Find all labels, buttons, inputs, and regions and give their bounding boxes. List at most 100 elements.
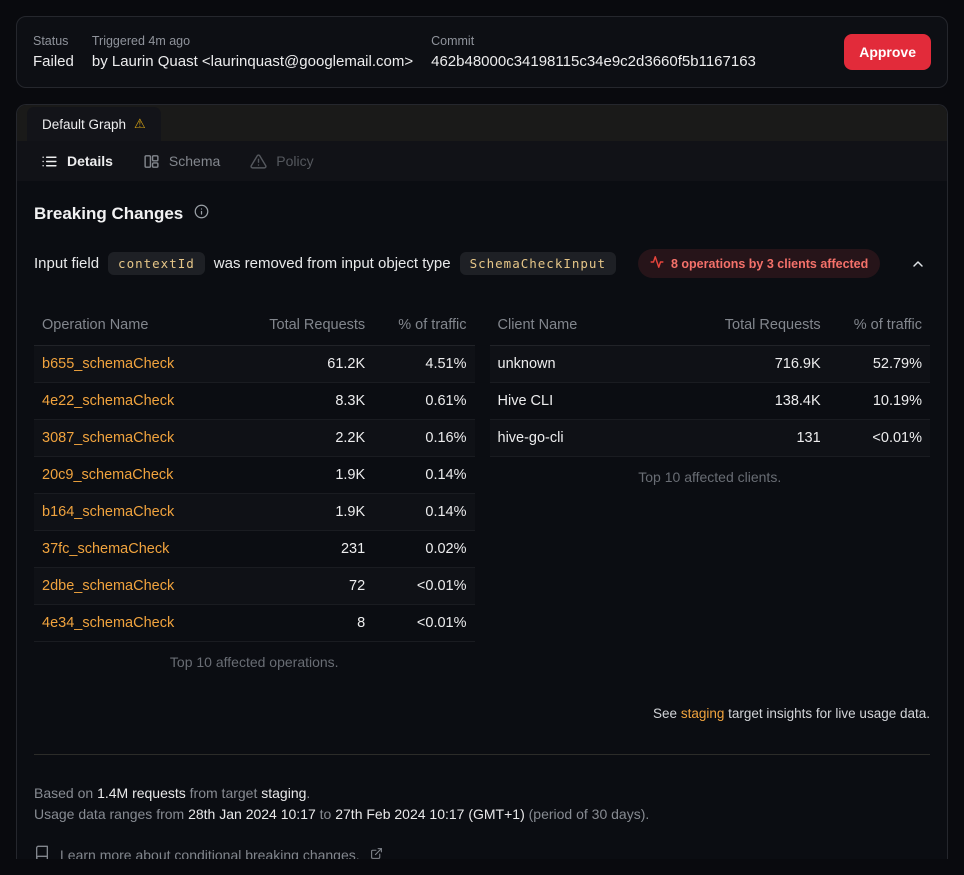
operation-traffic: <0.01% [373,605,474,642]
client-name: hive-go-cli [490,420,701,457]
operations-table: Operation Name Total Requests % of traff… [34,305,475,642]
operation-row: 37fc_schemaCheck 231 0.02% [34,531,475,568]
tab-details-label: Details [67,153,113,169]
triggered-by: by Laurin Quast <laurinquast@googlemail.… [92,52,413,71]
type-code-pill: SchemaCheckInput [460,252,616,275]
operation-row: 2dbe_schemaCheck 72 <0.01% [34,568,475,605]
client-traffic: 10.19% [829,383,930,420]
operation-traffic: <0.01% [373,568,474,605]
operation-requests: 61.2K [245,346,373,383]
triggered-label: Triggered 4m ago [92,34,413,49]
status-block: Status Failed [33,34,74,71]
info-circle-icon[interactable] [194,204,209,224]
alert-triangle-icon [250,153,267,170]
book-icon [34,845,50,859]
status-value: Failed [33,52,74,71]
date-range-line: Usage data ranges from 28th Jan 2024 10:… [34,804,930,825]
breaking-change-row: Input field contextId was removed from i… [34,249,930,278]
client-name: Hive CLI [490,383,701,420]
operation-link[interactable]: 2dbe_schemaCheck [42,578,174,594]
operation-link[interactable]: 4e34_schemaCheck [42,615,174,631]
operation-link[interactable]: 37fc_schemaCheck [42,541,169,557]
tab-policy-label: Policy [276,153,313,169]
client-row: unknown 716.9K 52.79% [490,346,931,383]
tab-schema-label: Schema [169,153,220,169]
operation-requests: 72 [245,568,373,605]
client-name: unknown [490,346,701,383]
schema-check-card: Default Graph ⚠ Details Schema [16,104,948,859]
operations-caption: Top 10 affected operations. [34,654,475,670]
check-header: Status Failed Triggered 4m ago by Laurin… [16,16,948,88]
details-panel: Breaking Changes Input field contextId w… [17,181,947,859]
clients-table-wrap: Client Name Total Requests % of traffic … [490,305,931,485]
footer-divider [34,754,930,755]
col-operation-name: Operation Name [34,305,245,346]
operation-row: 3087_schemaCheck 2.2K 0.16% [34,420,475,457]
client-row: hive-go-cli 131 <0.01% [490,420,931,457]
external-link-icon [370,847,383,860]
operation-row: 20c9_schemaCheck 1.9K 0.14% [34,457,475,494]
col-client-name: Client Name [490,305,701,346]
clients-caption: Top 10 affected clients. [490,469,931,485]
based-on-line: Based on 1.4M requests from target stagi… [34,783,930,804]
insights-note-prefix: See [653,706,681,721]
operation-requests: 2.2K [245,420,373,457]
commit-label: Commit [431,34,756,49]
list-icon [41,153,58,170]
operation-requests: 231 [245,531,373,568]
change-prefix: Input field [34,255,99,272]
client-row: Hive CLI 138.4K 10.19% [490,383,931,420]
clients-table: Client Name Total Requests % of traffic … [490,305,931,457]
operation-link[interactable]: b164_schemaCheck [42,504,174,520]
operation-requests: 1.9K [245,494,373,531]
operation-requests: 8 [245,605,373,642]
breaking-changes-title: Breaking Changes [34,204,183,224]
operation-row: b164_schemaCheck 1.9K 0.14% [34,494,475,531]
operation-row: 4e34_schemaCheck 8 <0.01% [34,605,475,642]
operation-link[interactable]: 3087_schemaCheck [42,430,174,446]
operation-traffic: 0.14% [373,494,474,531]
tab-schema[interactable]: Schema [143,153,220,170]
tab-policy[interactable]: Policy [250,153,313,170]
activity-pulse-icon [650,255,664,272]
commit-block: Commit 462b48000c34198115c34e9c2d3660f5b… [431,34,756,71]
operation-traffic: 4.51% [373,346,474,383]
chevron-up-icon[interactable] [906,252,930,276]
staging-target-link[interactable]: staging [681,706,725,721]
panels-icon [143,153,160,170]
client-requests: 138.4K [701,383,829,420]
affected-badge-label: 8 operations by 3 clients affected [671,257,868,271]
operation-link[interactable]: 20c9_schemaCheck [42,467,173,483]
affected-operations-badge[interactable]: 8 operations by 3 clients affected [638,249,880,278]
learn-more-link[interactable]: Learn more about conditional breaking ch… [34,845,930,859]
triggered-block: Triggered 4m ago by Laurin Quast <laurin… [92,34,413,71]
insights-note: See staging target insights for live usa… [34,706,930,721]
col-pct-traffic: % of traffic [829,305,930,346]
client-traffic: 52.79% [829,346,930,383]
learn-more-label: Learn more about conditional breaking ch… [60,847,360,860]
tab-details[interactable]: Details [41,153,113,170]
operation-traffic: 0.16% [373,420,474,457]
operation-link[interactable]: b655_schemaCheck [42,356,174,372]
operation-row: 4e22_schemaCheck 8.3K 0.61% [34,383,475,420]
usage-summary: Based on 1.4M requests from target stagi… [34,783,930,824]
tab-default-graph[interactable]: Default Graph ⚠ [27,107,161,141]
graph-tab-label: Default Graph [42,117,126,132]
operation-requests: 1.9K [245,457,373,494]
field-code-pill: contextId [108,252,205,275]
warning-triangle-icon: ⚠ [134,116,146,132]
client-requests: 716.9K [701,346,829,383]
insights-note-suffix: target insights for live usage data. [724,706,930,721]
col-total-requests: Total Requests [701,305,829,346]
operation-traffic: 0.02% [373,531,474,568]
col-pct-traffic: % of traffic [373,305,474,346]
check-tabs: Details Schema Policy [17,141,947,181]
graph-tab-strip: Default Graph ⚠ [17,105,947,141]
operation-traffic: 0.61% [373,383,474,420]
operation-link[interactable]: 4e22_schemaCheck [42,393,174,409]
operations-table-wrap: Operation Name Total Requests % of traff… [34,305,475,670]
client-traffic: <0.01% [829,420,930,457]
change-middle: was removed from input object type [214,255,451,272]
col-total-requests: Total Requests [245,305,373,346]
approve-button[interactable]: Approve [844,34,931,70]
